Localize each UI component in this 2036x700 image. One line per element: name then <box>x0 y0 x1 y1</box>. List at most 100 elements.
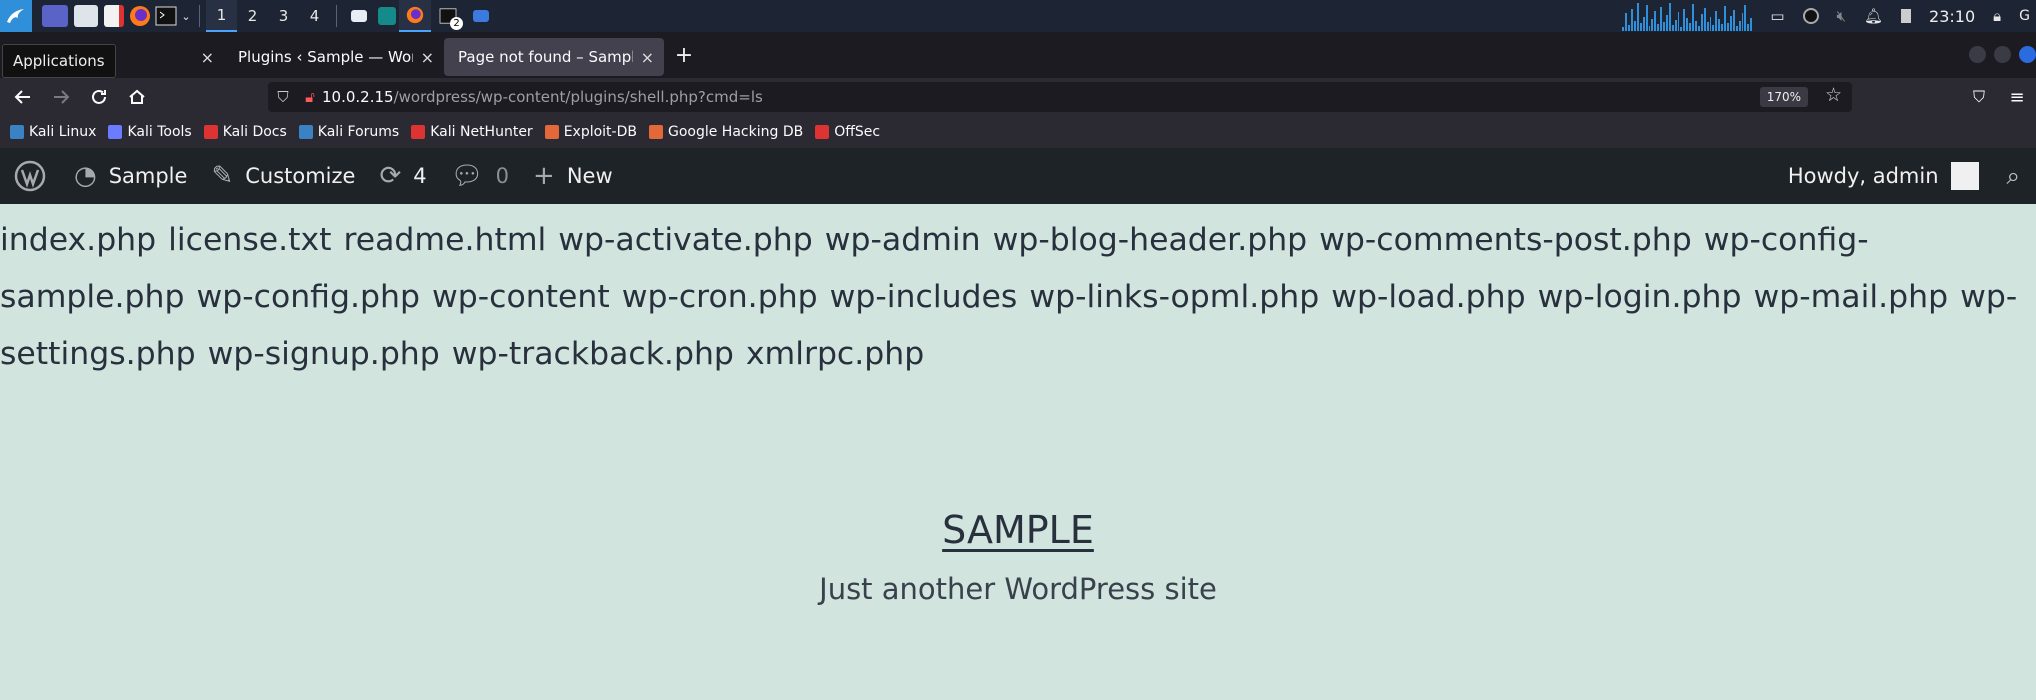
kali-dragon-icon <box>7 9 24 23</box>
text-editor-icon[interactable] <box>104 5 124 27</box>
tab-close-icon[interactable]: × <box>641 48 654 67</box>
firefox-icon[interactable] <box>127 0 153 32</box>
new-label: New <box>566 164 613 188</box>
site-name-menu[interactable]: ◔ Sample <box>62 148 199 204</box>
bookmark-favicon-icon <box>411 125 426 139</box>
chevron-down-icon[interactable]: ⌄ <box>179 0 193 32</box>
bookmark-google-hacking-db[interactable]: Google Hacking DB <box>648 124 804 140</box>
dashboard-gauge-icon: ◔ <box>74 161 97 191</box>
bookmark-favicon-icon <box>648 125 663 139</box>
clock[interactable]: 23:10 <box>1929 7 1975 26</box>
tab-page-not-found[interactable]: Page not found – Sample × <box>444 38 664 76</box>
panel-separator <box>336 5 337 27</box>
bookmark-label: Kali Forums <box>317 124 400 140</box>
top-panel: ⌄ 1 2 3 4 2 ▭ 🔇︎ 🔔︎ 23:10 🔒︎ G <box>0 0 2036 32</box>
new-content-menu[interactable]: + New <box>521 148 625 204</box>
bookmark-kali-tools[interactable]: Kali Tools <box>108 124 192 140</box>
workspace-1[interactable]: 1 <box>206 0 237 32</box>
updates-refresh-icon: ⟳ <box>379 161 402 191</box>
forward-arrow-icon <box>54 90 70 104</box>
url-path: /wordpress/wp-content/plugins/shell.php?… <box>393 88 763 106</box>
bookmark-favicon-icon <box>815 125 830 139</box>
bookmark-favicon-icon <box>544 125 559 139</box>
bookmark-exploit-db[interactable]: Exploit-DB <box>544 124 637 140</box>
user-menu-icon[interactable]: G <box>2019 8 2030 24</box>
bookmark-kali-forums[interactable]: Kali Forums <box>298 124 400 140</box>
my-account-menu[interactable]: Howdy, admin <box>1776 148 1993 204</box>
wordpress-logo-icon <box>14 160 46 192</box>
tracking-protection-shield-icon[interactable]: ⛉ <box>268 88 298 106</box>
updates-link[interactable]: ⟳ 4 <box>367 148 438 204</box>
file-manager-icon[interactable] <box>74 5 98 27</box>
window-button-folder[interactable] <box>473 10 489 22</box>
lock-screen-icon[interactable]: 🔒︎ <box>1993 7 2001 25</box>
url-text[interactable]: 10.0.2.15/wordpress/wp-content/plugins/s… <box>322 88 763 106</box>
workspace-3[interactable]: 3 <box>268 0 299 32</box>
minimize-button[interactable] <box>1969 46 1986 63</box>
window-button-terminal[interactable]: 2 <box>431 0 465 32</box>
hamburger-menu-icon[interactable]: ≡ <box>1998 78 2036 116</box>
back-button[interactable] <box>4 78 42 116</box>
avatar <box>1950 162 1979 190</box>
window-icon[interactable]: ▭ <box>1770 7 1784 25</box>
command-output-listing: index.php license.txt readme.html wp-act… <box>0 222 2018 372</box>
window-controls <box>1969 46 2036 63</box>
kali-menu-button[interactable] <box>0 0 32 32</box>
tab-close-icon[interactable]: × <box>201 48 214 67</box>
window-button-app[interactable] <box>378 7 396 25</box>
address-bar[interactable]: ⛉ 🔓︎ 10.0.2.15/wordpress/wp-content/plug… <box>268 82 1852 112</box>
home-icon <box>129 89 145 104</box>
volume-muted-icon[interactable]: 🔇︎ <box>1837 7 1846 25</box>
site-name-label: Sample <box>108 164 188 188</box>
comments-count: 0 <box>495 164 510 188</box>
bookmark-kali-nethunter[interactable]: Kali NetHunter <box>411 124 533 140</box>
workspace-4[interactable]: 4 <box>299 0 330 32</box>
bookmark-favicon-icon <box>203 125 218 139</box>
notifications-bell-icon[interactable]: 🔔︎ <box>1864 7 1883 25</box>
bookmark-offsec[interactable]: OffSec <box>815 124 880 140</box>
forward-button[interactable] <box>42 78 80 116</box>
zoom-level-badge[interactable]: 170% <box>1759 87 1808 107</box>
new-tab-button[interactable]: + <box>664 43 704 68</box>
window-button-firefox[interactable] <box>399 0 431 32</box>
terminal-icon[interactable] <box>153 0 179 32</box>
bookmark-label: Google Hacking DB <box>667 124 804 140</box>
reload-icon <box>92 89 106 104</box>
bookmark-star-icon[interactable]: ☆ <box>1825 84 1842 106</box>
paintbrush-icon: ✎ <box>211 161 234 191</box>
bookmark-kali-linux[interactable]: Kali Linux <box>10 124 96 140</box>
bookmark-label: Kali Docs <box>222 124 287 140</box>
customize-link[interactable]: ✎ Customize <box>199 148 367 204</box>
reload-button[interactable] <box>80 78 118 116</box>
bookmark-label: Kali Linux <box>29 124 97 140</box>
power-status-icon[interactable] <box>1802 8 1819 24</box>
tab-label: Page not found – Sample <box>458 48 633 66</box>
back-arrow-icon <box>14 90 30 104</box>
comments-link[interactable]: 💬︎ 0 <box>439 148 521 204</box>
battery-icon[interactable] <box>1901 9 1912 23</box>
bookmark-label: Kali NetHunter <box>430 124 533 140</box>
maximize-button[interactable] <box>1994 46 2011 63</box>
customize-label: Customize <box>245 164 356 188</box>
site-title-link[interactable]: SAMPLE <box>0 508 2036 552</box>
toolbar-right: ⛉ ≡ <box>1960 78 2036 116</box>
pocket-icon[interactable]: ⛉ <box>1960 78 1998 116</box>
tab-close-icon[interactable]: × <box>421 48 434 67</box>
wp-logo-button[interactable] <box>0 148 62 204</box>
howdy-label: Howdy, admin <box>1787 164 1939 188</box>
home-button[interactable] <box>118 78 156 116</box>
updates-count: 4 <box>413 164 427 188</box>
wp-admin-bar: ◔ Sample ✎ Customize ⟳ 4 💬︎ 0 + New Howd… <box>0 148 2036 204</box>
insecure-lock-icon[interactable]: 🔓︎ <box>298 88 322 106</box>
workspace-2[interactable]: 2 <box>237 0 268 32</box>
show-desktop-icon[interactable] <box>42 5 68 27</box>
bookmark-favicon-icon <box>108 125 123 139</box>
bookmark-kali-docs[interactable]: Kali Docs <box>203 124 287 140</box>
search-icon[interactable]: ⌕ <box>1993 162 2036 190</box>
close-window-button[interactable] <box>2019 46 2036 63</box>
tab-plugins[interactable]: Plugins ‹ Sample — WordPress × <box>224 38 444 76</box>
window-button-files[interactable] <box>351 10 367 22</box>
tab-strip: × Plugins ‹ Sample — WordPress × Page no… <box>0 32 2036 78</box>
bookmark-favicon-icon <box>298 125 313 139</box>
bookmark-favicon-icon <box>10 125 24 139</box>
